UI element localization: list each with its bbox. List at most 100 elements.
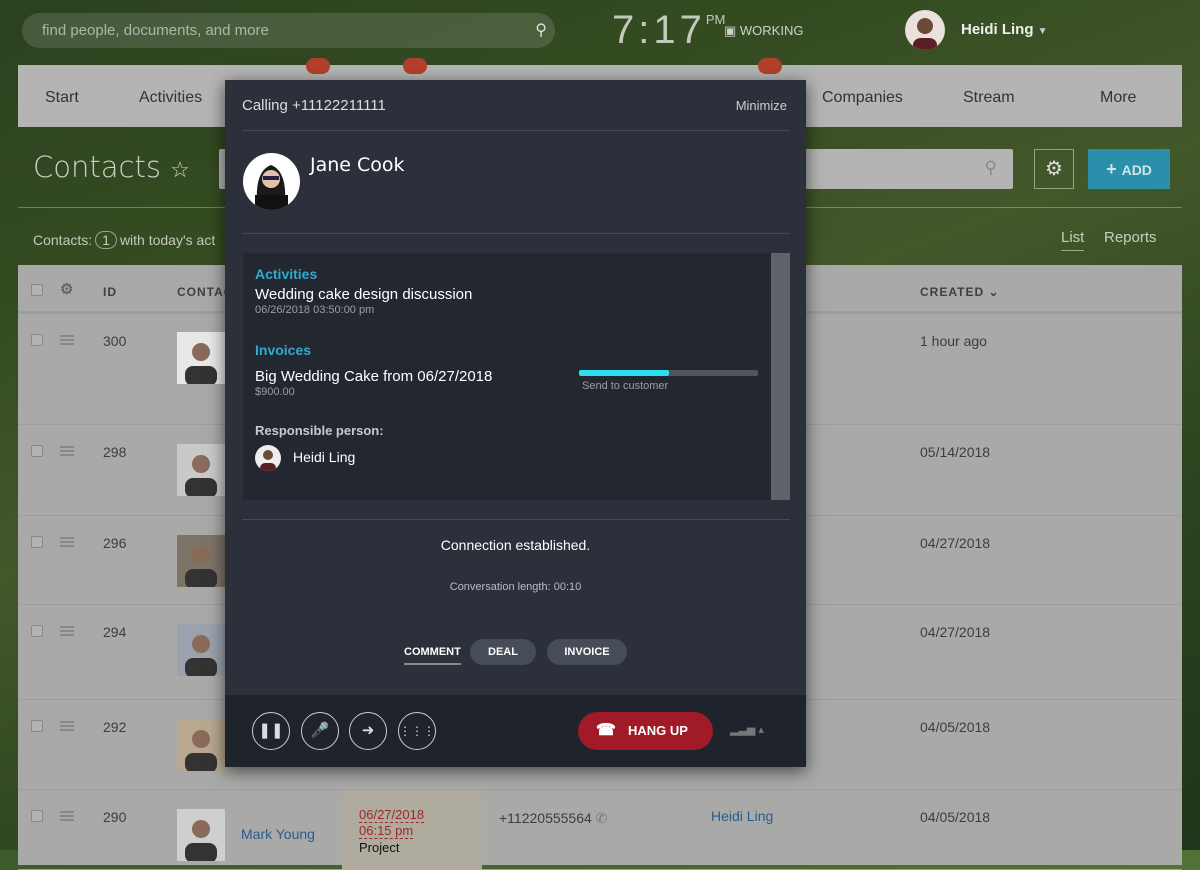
tab-invoice[interactable]: INVOICE	[547, 639, 627, 665]
invoice-progress-bar	[579, 370, 758, 376]
row-id: 294	[103, 624, 127, 640]
row-checkbox[interactable]	[31, 334, 43, 346]
gear-icon: ⚙	[1045, 158, 1063, 180]
table-row[interactable]: 290 04/05/2018 Mark Young 06/27/2018 06:1…	[18, 790, 1182, 870]
row-created: 05/14/2018	[920, 444, 991, 460]
menu-icon[interactable]	[60, 626, 74, 636]
settings-button[interactable]: ⚙	[1034, 149, 1074, 189]
clock: 7:17PM	[612, 8, 725, 53]
counter-pill[interactable]: 1	[95, 231, 117, 249]
work-status[interactable]: ▣ WORKING	[724, 23, 803, 39]
menu-icon[interactable]	[60, 335, 74, 345]
row-id: 296	[103, 535, 127, 551]
activities-label: Activities	[255, 266, 318, 282]
contact-photo[interactable]	[177, 809, 225, 861]
contact-name-link[interactable]: Mark Young	[241, 826, 315, 842]
view-list-tab[interactable]: List	[1061, 229, 1085, 251]
user-name: Heidi Ling	[961, 21, 1034, 38]
invoice-title[interactable]: Big Wedding Cake from 06/27/2018	[255, 368, 492, 385]
clock-ampm: PM	[705, 12, 726, 27]
select-all-checkbox[interactable]	[31, 284, 43, 296]
global-search-input[interactable]: find people, documents, and more ⚲	[22, 13, 555, 48]
scrollbar[interactable]	[771, 253, 790, 500]
star-icon[interactable]: ☆	[170, 158, 190, 183]
row-checkbox[interactable]	[31, 536, 43, 548]
nav-activities[interactable]: Activities	[139, 89, 202, 107]
activity-date: 06/26/2018 03:50:00 pm	[255, 304, 375, 316]
row-checkbox[interactable]	[31, 625, 43, 637]
contact-photo[interactable]	[177, 444, 225, 496]
crm-info-panel: Activities Wedding cake design discussio…	[243, 253, 790, 500]
search-placeholder: find people, documents, and more	[42, 22, 269, 39]
page-title-text: Contacts	[33, 150, 161, 184]
user-menu[interactable]: Heidi Ling ▼	[961, 21, 1048, 38]
deadline-time[interactable]: 06:15 pm	[359, 823, 414, 839]
call-window: Calling +11122211111 Minimize Jane Cook …	[225, 80, 806, 767]
header-id[interactable]: ID	[103, 285, 117, 299]
invoice-stage: Send to customer	[582, 380, 669, 392]
header-created[interactable]: CREATED ⌄	[920, 285, 1000, 299]
minimize-button[interactable]: Minimize	[736, 98, 787, 113]
row-id: 292	[103, 719, 127, 735]
tab-deal[interactable]: DEAL	[470, 639, 536, 665]
contact-photo[interactable]	[177, 332, 225, 384]
menu-icon[interactable]	[60, 537, 74, 547]
row-created: 04/27/2018	[920, 535, 991, 551]
nav-stream[interactable]: Stream	[963, 89, 1015, 107]
nav-companies[interactable]: Companies	[822, 89, 903, 107]
responsible-name[interactable]: Heidi Ling	[293, 449, 355, 465]
contact-photo[interactable]	[177, 535, 225, 587]
row-checkbox[interactable]	[31, 720, 43, 732]
nav-start[interactable]: Start	[45, 89, 79, 107]
clock-time: 7:17	[612, 8, 706, 52]
view-reports-tab[interactable]: Reports	[1104, 229, 1157, 246]
deal-name[interactable]: Project	[359, 840, 399, 855]
arrow-right-icon: ➜	[361, 722, 375, 739]
row-checkbox[interactable]	[31, 810, 43, 822]
mute-button[interactable]: 🎤	[301, 712, 339, 750]
divider	[242, 519, 790, 520]
conversation-length: Conversation length: 00:10	[449, 581, 582, 593]
keypad-icon: ⋮⋮⋮	[399, 724, 435, 738]
row-created: 04/27/2018	[920, 624, 991, 640]
menu-icon[interactable]	[60, 811, 74, 821]
hang-up-button[interactable]: ☎ HANG UP	[578, 712, 713, 750]
menu-icon[interactable]	[60, 721, 74, 731]
contact-name[interactable]: Jane Cook	[310, 154, 405, 176]
page-title: Contacts ☆	[33, 150, 190, 184]
keypad-button[interactable]: ⋮⋮⋮	[398, 712, 436, 750]
contact-photo[interactable]	[177, 624, 225, 676]
hang-up-label: HANG UP	[628, 723, 688, 738]
invoices-label: Invoices	[255, 342, 312, 358]
hold-button[interactable]: ❚❚	[252, 712, 290, 750]
contact-avatar	[243, 153, 300, 210]
counter-label: Contacts:	[33, 232, 93, 248]
responsible-link[interactable]: Heidi Ling	[711, 808, 773, 824]
add-button[interactable]: + ADD	[1088, 149, 1170, 189]
activity-title[interactable]: Wedding cake design discussion	[255, 286, 472, 303]
responsible-avatar	[255, 445, 281, 471]
search-icon: ⚲	[984, 158, 997, 177]
nav-more[interactable]: More	[1100, 89, 1136, 107]
call-controls: ❚❚ 🎤 ➜ ⋮⋮⋮ ☎ HANG UP ▂▃▅ ▴	[225, 695, 806, 767]
menu-icon[interactable]	[60, 446, 74, 456]
phone-cell[interactable]: +11220555564 ✆	[499, 810, 607, 827]
deadline-date[interactable]: 06/27/2018	[359, 807, 425, 823]
user-avatar[interactable]	[905, 10, 945, 50]
connection-status: Connection established.	[440, 537, 591, 553]
counter-suffix: with today's act	[119, 232, 216, 248]
row-checkbox[interactable]	[31, 445, 43, 457]
phone-hangup-icon: ☎	[596, 722, 616, 739]
nav-badge	[758, 58, 782, 74]
signal-icon[interactable]: ▂▃▅ ▴	[730, 723, 764, 736]
invoice-progress-fill	[579, 370, 669, 376]
row-created: 1 hour ago	[920, 333, 987, 349]
tab-comment[interactable]: COMMENT	[404, 646, 461, 665]
row-id: 300	[103, 333, 127, 349]
transfer-button[interactable]: ➜	[349, 712, 387, 750]
header-created-label: CREATED	[920, 285, 985, 299]
add-label: ADD	[1121, 162, 1152, 178]
gear-icon[interactable]: ⚙	[60, 280, 74, 298]
contact-photo[interactable]	[177, 719, 225, 771]
contacts-counter: Contacts: 1 with today's act	[33, 231, 215, 249]
